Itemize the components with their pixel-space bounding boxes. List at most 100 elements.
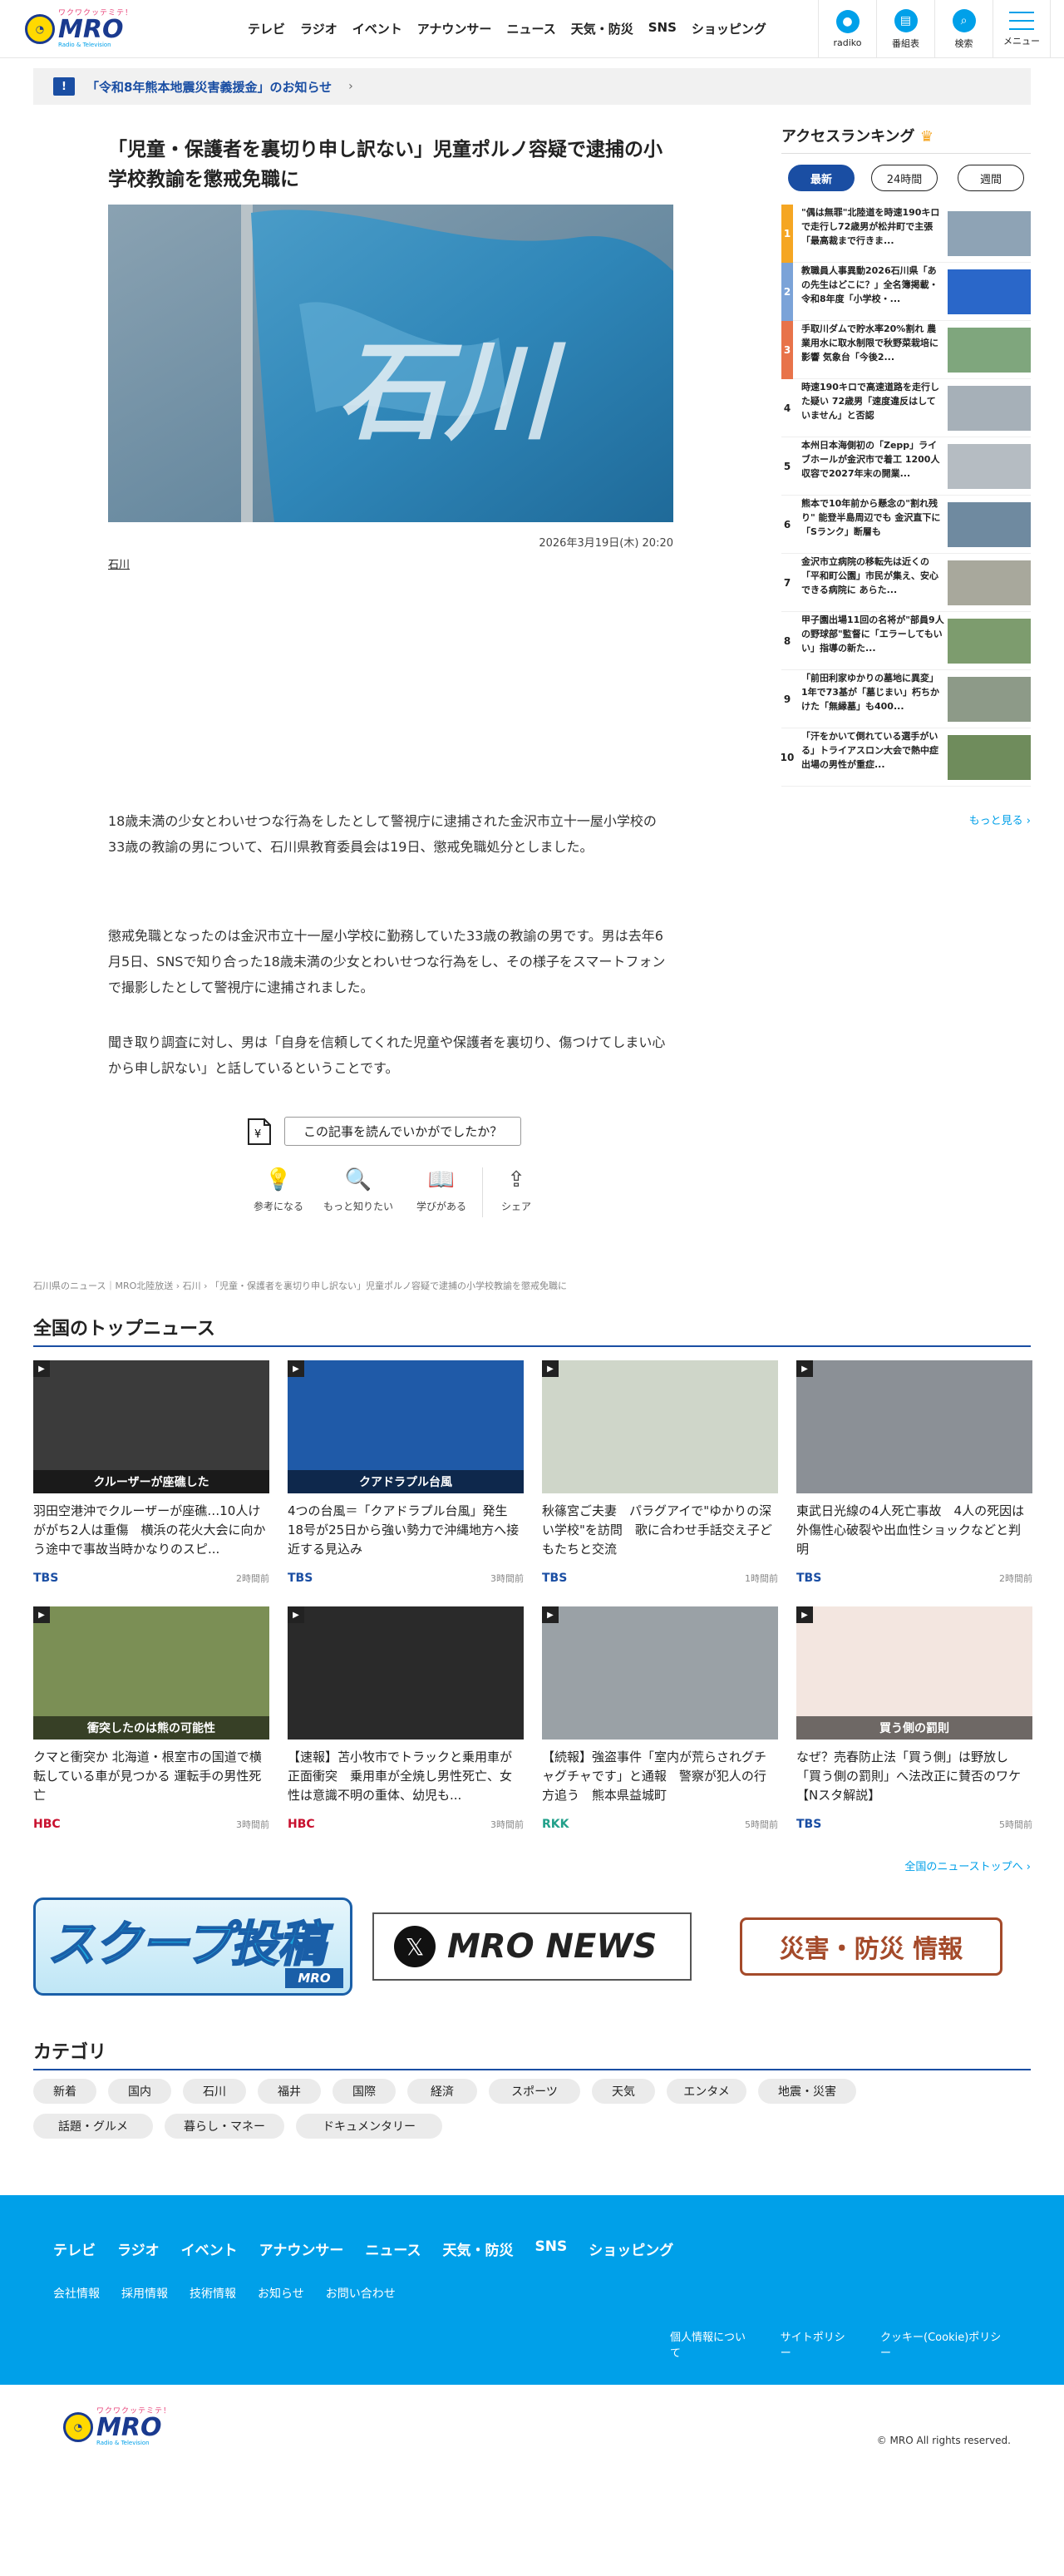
article-tag[interactable]: 石川 — [108, 555, 130, 571]
ranking-tab-24h[interactable]: 24時間 — [871, 165, 938, 191]
scoop-banner[interactable]: スクープ投稿 MRO — [33, 1897, 352, 1996]
footer-sub-item[interactable]: お問い合わせ — [326, 2285, 396, 2302]
footer-nav-item[interactable]: 天気・防災 — [443, 2238, 514, 2259]
footer-nav-item[interactable]: ラジオ — [117, 2238, 160, 2259]
news-time: 5時間前 — [745, 1819, 778, 1830]
category-chip[interactable]: 経済 — [407, 2079, 477, 2104]
policy-link[interactable]: クッキー(Cookie)ポリシー — [880, 2328, 1011, 2360]
category-chip[interactable]: 福井 — [258, 2079, 321, 2104]
ranking-tab-latest[interactable]: 最新 — [788, 165, 855, 191]
ranking-item[interactable]: 9 「前田利家ゆかりの墓地に異変」1年で73基が「墓じまい」朽ちかけた「無縁墓」も… — [781, 670, 1031, 728]
ranking-more-link[interactable]: もっと見る › — [914, 812, 1031, 827]
category-chip[interactable]: 石川 — [183, 2079, 246, 2104]
search-icon: 🔍 — [344, 1167, 372, 1192]
nav-item-announcer[interactable]: アナウンサー — [417, 20, 492, 37]
ranking-text: 「前田利家ゆかりの墓地に異変」1年で73基が「墓じまい」朽ちかけた「無縁墓」も4… — [801, 672, 939, 712]
category-chip[interactable]: 新着 — [33, 2079, 96, 2104]
category-chip[interactable]: 国内 — [108, 2079, 171, 2104]
ranking-text: 金沢市立病院の移転先は近くの「平和町公園」市民が集え、安心できる病院に あらた.… — [801, 555, 938, 595]
news-time: 5時間前 — [999, 1819, 1032, 1830]
ranking-tab-weekly[interactable]: 週間 — [958, 165, 1024, 191]
breadcrumb[interactable]: 石川県のニュース｜MRO北陸放送 › 石川 › 「児童・保護者を裏切り申し訳ない… — [33, 1279, 567, 1292]
news-card[interactable]: ▶ 【速報】苫小牧市でトラックと乗用車が正面衝突 乗用車が全焼し男性死亡、女性は意… — [288, 1606, 524, 1831]
news-card[interactable]: ▶ 買う側の罰則 なぜ？売春防止法「買う側」は野放し「買う側の罰則」へ法改正に賛否の… — [796, 1606, 1032, 1831]
search-label: 検索 — [954, 37, 973, 49]
notice-bar[interactable]: ! 「令和8年熊本地震災害義援金」のお知らせ › — [33, 68, 1031, 105]
ranking-item[interactable]: 2 教職員人事異動2026石川県「あの先生はどこに？」全名簿掲載・令和8年度「小学… — [781, 262, 1031, 321]
category-chip[interactable]: スポーツ — [489, 2079, 580, 2104]
nav-item-event[interactable]: イベント — [352, 20, 402, 37]
news-thumbnail: ▶ — [542, 1606, 778, 1740]
footer-sub-item[interactable]: お知らせ — [258, 2285, 304, 2302]
ranking-item[interactable]: 7 金沢市立病院の移転先は近くの「平和町公園」市民が集え、安心できる病院に あらた… — [781, 554, 1031, 612]
nav-item-radio[interactable]: ラジオ — [300, 20, 337, 37]
feedback-more-button[interactable]: 🔍 もっと知りたい — [321, 1166, 396, 1213]
ranking-item[interactable]: 4 時速190キロで高速道路を走行した疑い 72歳男「速度違反はしていません」と否… — [781, 379, 1031, 437]
thumbnail-caption: 買う側の罰則 — [796, 1716, 1032, 1740]
nav-item-sns[interactable]: SNS — [648, 20, 677, 37]
category-chip[interactable]: 天気 — [592, 2079, 655, 2104]
search-button[interactable]: ⌕ 検索 — [934, 0, 993, 58]
news-card[interactable]: ▶ 衝突したのは熊の可能性 クマと衝突か 北海道・根室市の国道で横転している車が見つ… — [33, 1606, 269, 1831]
share-button[interactable]: ⇪ シェア — [479, 1166, 554, 1213]
footer-nav: テレビ ラジオ イベント アナウンサー ニュース 天気・防災 SNS ショッピン… — [53, 2238, 673, 2259]
nav-item-news[interactable]: ニュース — [506, 20, 555, 37]
news-meta: TBS 2時間前 — [796, 1572, 1032, 1585]
footer-nav-item[interactable]: SNS — [535, 2238, 568, 2259]
thumbnail-caption: クルーザーが座礁した — [33, 1470, 269, 1493]
ranking-thumbnail — [948, 618, 1031, 664]
news-source: TBS — [796, 1818, 822, 1831]
feedback-question: この記事を読んでいかがでしたか？ — [284, 1117, 522, 1146]
policy-link[interactable]: サイトポリシー — [781, 2328, 855, 2360]
footer-logo[interactable]: ◔ ワクワクッテミテ！ MRO Radio & Television — [63, 2408, 171, 2446]
disaster-banner[interactable]: 災害・防災 情報 — [712, 1897, 1031, 1996]
footer-sub-item[interactable]: 採用情報 — [121, 2285, 168, 2302]
nav-item-tv[interactable]: テレビ — [248, 20, 285, 37]
ranking-item[interactable]: 3 手取川ダムで貯水率20%割れ 農業用水に取水制限で秋野菜栽培に影響 気象台「今… — [781, 320, 1031, 379]
news-title: 羽田空港沖でクルーザーが座礁…10人けががち2人は重傷 横浜の花火大会に向かう途… — [33, 1503, 266, 1557]
feedback-learn-button[interactable]: 📖 学びがある — [404, 1166, 479, 1213]
logo-text: MRO — [96, 2413, 162, 2442]
footer-sub-item[interactable]: 会社情報 — [53, 2285, 100, 2302]
footer-nav-item[interactable]: ショッピング — [589, 2238, 673, 2259]
site-logo[interactable]: ◔ ワクワクッテミテ！ MRO Radio & Television — [25, 10, 133, 48]
news-card[interactable]: ▶ 秋篠宮ご夫妻 パラグアイで"ゆかりの深い学校"を訪問 歌に合わせ手話交え子ども… — [542, 1360, 778, 1585]
ranking-item[interactable]: 6 熊本で10年前から懸念の"割れ残り" 能登半島周辺でも 金沢直下に「Sランク」… — [781, 496, 1031, 554]
national-news-more-link[interactable]: 全国のニューストップへ › — [831, 1858, 1031, 1873]
ranking-number: 9 — [783, 693, 791, 705]
footer-nav-item[interactable]: イベント — [181, 2238, 238, 2259]
ranking-item[interactable]: 5 本州日本海側初の「Zepp」ライブホールが金沢市で着工 1200人収容で202… — [781, 437, 1031, 496]
news-card[interactable]: ▶ クアドラプル台風 4つの台風＝「クアドラプル台風」発生 18号が25日から強い勢… — [288, 1360, 524, 1585]
feedback-helpful-button[interactable]: 💡 参考になる — [241, 1166, 316, 1213]
category-chip[interactable]: 国際 — [332, 2079, 396, 2104]
policy-link[interactable]: 個人情報について — [670, 2328, 756, 2360]
ranking-text: 手取川ダムで貯水率20%割れ 農業用水に取水制限で秋野菜栽培に影響 気象台「今後… — [801, 323, 938, 363]
category-chip[interactable]: ドキュメンタリー — [296, 2114, 442, 2139]
x-news-banner[interactable]: 𝕏 MRO NEWS — [372, 1897, 692, 1996]
category-chip[interactable]: エンタメ — [667, 2079, 746, 2104]
tv-guide-button[interactable]: ▤ 番組表 — [876, 0, 934, 58]
menu-icon — [1009, 11, 1034, 30]
category-chip[interactable]: 暮らし・マネー — [165, 2114, 284, 2139]
news-card[interactable]: ▶ 東武日光線の4人死亡事故 4人の死因は外傷性心破裂や出血性ショックなどと判明 T… — [796, 1360, 1032, 1585]
ranking-item[interactable]: 8 甲子園出場11回の名将が"部員9人の野球部"監督に「エラーしてもいい」指導の新… — [781, 612, 1031, 670]
news-card[interactable]: ▶ クルーザーが座礁した 羽田空港沖でクルーザーが座礁…10人けががち2人は重傷 横… — [33, 1360, 269, 1585]
ranking-item[interactable]: 1 "偶は無罪"北陸道を時速190キロで走行し72歳男が松井町で主張「最高裁まで行… — [781, 204, 1031, 263]
category-chip[interactable]: 話題・グルメ — [33, 2114, 153, 2139]
category-chip[interactable]: 地震・災害 — [758, 2079, 856, 2104]
radiko-button[interactable]: ● radiko — [818, 0, 876, 58]
footer-nav-item[interactable]: アナウンサー — [259, 2238, 344, 2259]
menu-button[interactable]: メニュー — [993, 0, 1051, 58]
video-icon: ▶ — [288, 1606, 304, 1623]
ranking-thumbnail — [948, 676, 1031, 722]
footer-nav-item[interactable]: テレビ — [53, 2238, 96, 2259]
footer-nav-item[interactable]: ニュース — [365, 2238, 421, 2259]
article-hero-image: 石川 — [108, 205, 673, 522]
nav-item-weather[interactable]: 天気・防災 — [571, 20, 633, 37]
footer-sub-item[interactable]: 技術情報 — [190, 2285, 236, 2302]
news-source: HBC — [33, 1818, 61, 1831]
nav-item-shopping[interactable]: ショッピング — [692, 20, 766, 37]
ranking-item[interactable]: 10 「汗をかいて倒れている選手がいる」トライアスロン大会で熱中症 出場の男性が重… — [781, 728, 1031, 787]
news-card[interactable]: ▶ 【続報】強盗事件「室内が荒らされグチャグチャです」と通報 警察が犯人の行方追う… — [542, 1606, 778, 1831]
news-source: TBS — [288, 1572, 313, 1585]
